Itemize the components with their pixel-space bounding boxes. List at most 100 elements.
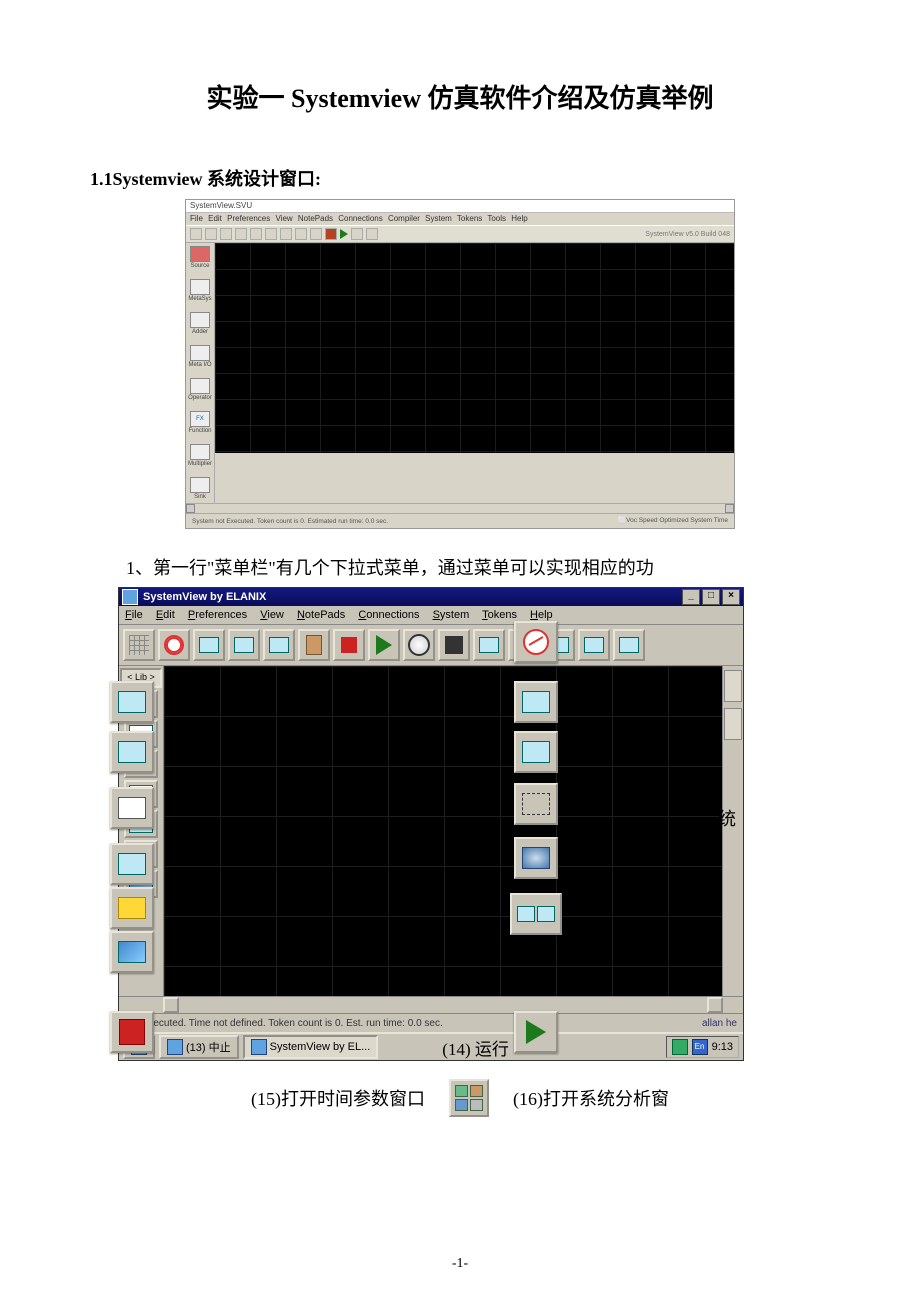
doc-title: 实验一 Systemview 仿真软件介绍及仿真举例: [90, 78, 830, 115]
menu-preferences[interactable]: Preferences: [188, 609, 247, 621]
ss1-design-canvas[interactable]: [215, 243, 734, 453]
tool-analysis-window[interactable]: [438, 629, 470, 661]
ss1-tool-4[interactable]: [235, 228, 247, 240]
tool-token-1[interactable]: [193, 629, 225, 661]
menu-view[interactable]: View: [260, 609, 284, 621]
taskbar-graphics-server[interactable]: (13) 中止: [159, 1035, 239, 1059]
tool-token-4[interactable]: [473, 629, 505, 661]
menu-notepads[interactable]: NotePads: [297, 609, 345, 621]
ss2-status-user: allan he: [702, 1018, 737, 1029]
callout-scope-icon: [514, 837, 558, 879]
app-icon: [122, 589, 138, 605]
ss1-titlebar: SystemView.SVU: [186, 200, 734, 213]
tool-stop[interactable]: [333, 629, 365, 661]
ss1-version-text: SystemView v5.0 Build 048: [645, 231, 730, 238]
ss1-pal-source[interactable]: Source: [190, 246, 210, 269]
callout-14-label: (14) 运行: [442, 1035, 509, 1060]
ss1-tool-2[interactable]: [205, 228, 217, 240]
analysis-window-icon: [449, 1079, 489, 1117]
callout-15-label: (15)打开时间参数窗口: [251, 1085, 425, 1111]
ss1-run-button[interactable]: [340, 229, 348, 239]
vscroll-up[interactable]: [724, 670, 742, 702]
callout-left-doc: [110, 787, 154, 829]
windows-taskbar[interactable]: (13) 中止 SystemView by EL... (14) 运行 En 9…: [119, 1032, 743, 1060]
callout-delete-icon: [514, 621, 558, 663]
ss2-design-canvas[interactable]: [164, 666, 722, 996]
callout-token-icon-1: [514, 681, 558, 723]
ss2-toolbar[interactable]: [119, 625, 743, 666]
callout-16-label: (16)打开系统分析窗: [513, 1085, 669, 1111]
callout-left-graph: [110, 931, 154, 973]
ss1-tool-8[interactable]: [295, 228, 307, 240]
ss1-tool-b[interactable]: [366, 228, 378, 240]
menu-tokens[interactable]: Tokens: [482, 609, 517, 621]
menu-file[interactable]: File: [125, 609, 143, 621]
callout-left-2: [110, 731, 154, 773]
ss2-right-scrollbar[interactable]: [722, 666, 743, 996]
tool-token-2[interactable]: [228, 629, 260, 661]
ss1-tool-5[interactable]: [250, 228, 262, 240]
ss1-menubar[interactable]: File Edit Preferences View NotePads Conn…: [186, 213, 734, 225]
maximize-button[interactable]: □: [702, 589, 720, 605]
ss1-pal-adder[interactable]: Adder: [190, 312, 210, 335]
vscroll-thumb[interactable]: [724, 708, 742, 740]
callout-pair-icon: [510, 893, 562, 935]
callout-left-1: [110, 681, 154, 723]
minimize-button[interactable]: _: [682, 589, 700, 605]
truncated-text-tong: 统: [718, 805, 736, 831]
page-number: -1-: [0, 1256, 920, 1272]
menu-system[interactable]: System: [433, 609, 470, 621]
tool-delete-token[interactable]: [158, 629, 190, 661]
menu-connections[interactable]: Connections: [358, 609, 419, 621]
ss1-pal-function[interactable]: Function: [188, 411, 211, 434]
ss1-status-right: ⬜Voc Speed Optimized System Time: [618, 517, 728, 524]
ss1-toolbar[interactable]: SystemView v5.0 Build 048: [186, 225, 734, 243]
ss1-pal-operator[interactable]: Operator: [188, 378, 212, 401]
system-tray[interactable]: En 9:13: [666, 1036, 739, 1058]
ss2-statusbar: not Executed. Time not defined. Token co…: [119, 1013, 743, 1032]
ss1-tool-9[interactable]: [310, 228, 322, 240]
ss2-menubar[interactable]: File Edit Preferences View NotePads Conn…: [119, 606, 743, 625]
ss1-tool-6[interactable]: [265, 228, 277, 240]
ss2-hscrollbar[interactable]: [119, 996, 743, 1013]
ss1-tool-a[interactable]: [351, 228, 363, 240]
close-button[interactable]: ×: [722, 589, 740, 605]
callout-left-star: [110, 887, 154, 929]
tool-notepad[interactable]: [298, 629, 330, 661]
callout-play-icon: [514, 1011, 558, 1053]
tray-lang-icon[interactable]: En: [692, 1039, 708, 1055]
ss1-pal-metasys[interactable]: MetaSys: [188, 279, 211, 302]
ss1-pal-sink[interactable]: Sink: [190, 477, 210, 500]
callout-select-icon: [514, 783, 558, 825]
menu-edit[interactable]: Edit: [156, 609, 175, 621]
tool-token-8[interactable]: [613, 629, 645, 661]
paragraph-1: 1、第一行"菜单栏"有几个下拉式菜单，通过菜单可以实现相应的功: [90, 551, 830, 585]
section-1-1-heading: 1.1Systemview 系统设计窗口:: [90, 165, 830, 191]
ss1-tool-3[interactable]: [220, 228, 232, 240]
callout-stop-icon: [110, 1011, 154, 1053]
menu-help[interactable]: Help: [530, 609, 553, 621]
ss1-hscrollbar[interactable]: [186, 503, 734, 513]
callout-left-3: [110, 843, 154, 885]
ss1-tool-1[interactable]: [190, 228, 202, 240]
ss1-token-palette[interactable]: Source MetaSys Adder Meta I/O Operator F…: [186, 243, 215, 503]
screenshot-2: SystemView by ELANIX _ □ × File Edit Pre…: [118, 587, 744, 1061]
ss2-title-text: SystemView by ELANIX: [143, 591, 266, 603]
taskbar-systemview[interactable]: SystemView by EL...: [243, 1035, 379, 1059]
ss1-status-left: System not Executed. Token count is 0. E…: [192, 518, 388, 525]
bottom-callout-row: (15)打开时间参数窗口 (16)打开系统分析窗: [90, 1079, 830, 1117]
tool-token-7[interactable]: [578, 629, 610, 661]
ss1-statusbar: System not Executed. Token count is 0. E…: [186, 513, 734, 528]
tool-token-3[interactable]: [263, 629, 295, 661]
tool-time-params[interactable]: [403, 629, 435, 661]
ss1-stop-button[interactable]: [325, 228, 337, 240]
ss1-tool-7[interactable]: [280, 228, 292, 240]
ss2-status-text: not Executed. Time not defined. Token co…: [125, 1018, 443, 1029]
tray-icon-1[interactable]: [672, 1039, 688, 1055]
tool-run[interactable]: [368, 629, 400, 661]
tray-clock: 9:13: [712, 1041, 733, 1053]
ss1-pal-metaio[interactable]: Meta I/O: [188, 345, 211, 368]
ss1-pal-multiplier[interactable]: Multiplier: [188, 444, 212, 467]
ss2-titlebar[interactable]: SystemView by ELANIX _ □ ×: [119, 588, 743, 606]
tool-grid[interactable]: [123, 629, 155, 661]
